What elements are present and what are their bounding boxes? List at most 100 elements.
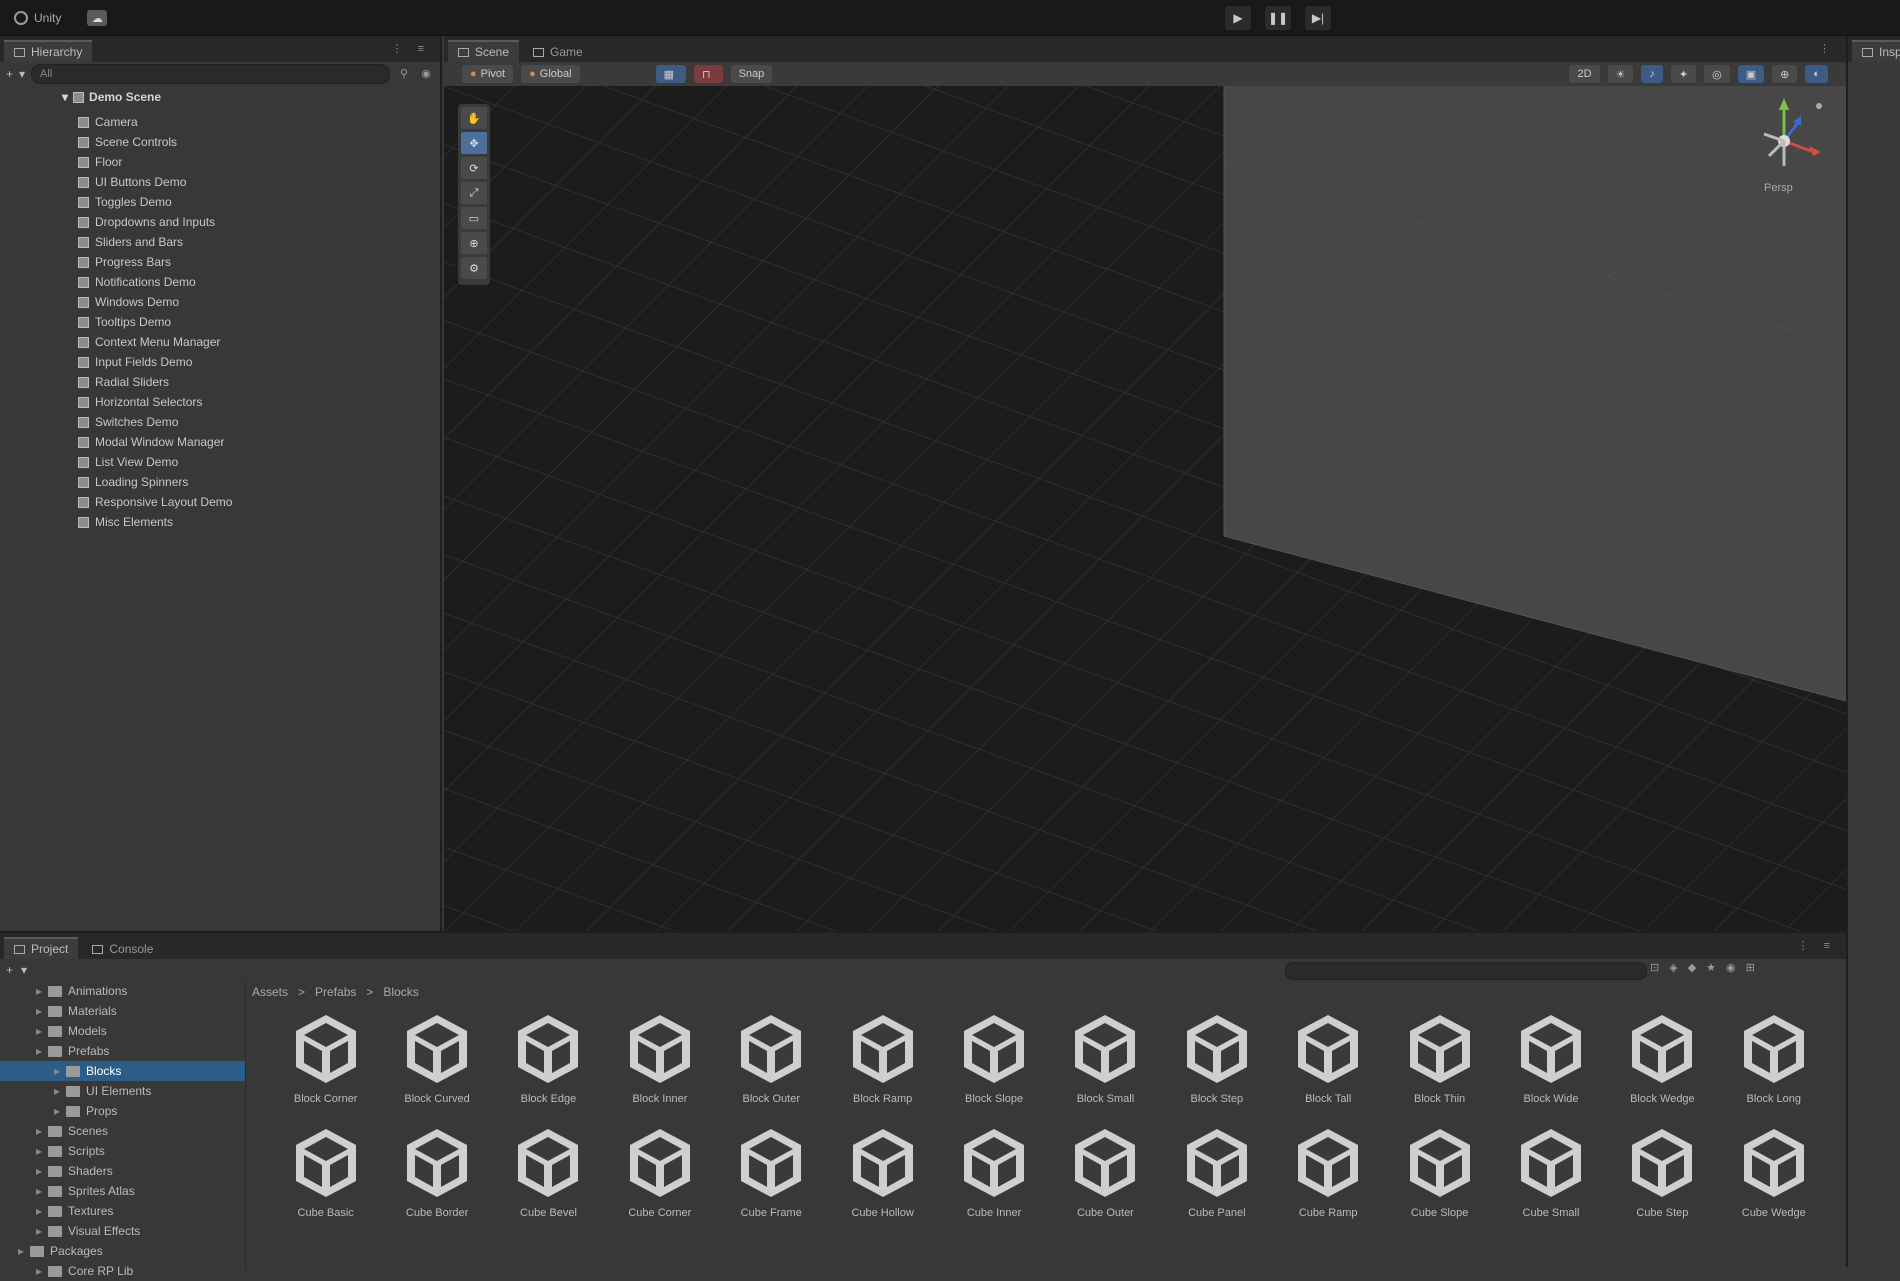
tab-game[interactable]: Game <box>523 40 593 62</box>
hierarchy-item[interactable]: Responsive Layout Demo <box>78 492 232 512</box>
hierarchy-item[interactable]: Floor <box>78 152 232 172</box>
expand-arrow-icon[interactable]: ▸ <box>36 1204 42 1218</box>
hierarchy-item[interactable]: Camera <box>78 112 232 132</box>
project-folder-item[interactable]: ▸ Scripts <box>0 1141 245 1161</box>
asset-item[interactable]: Block Long <box>1718 1009 1829 1105</box>
asset-item[interactable]: Block Ramp <box>827 1009 938 1105</box>
hierarchy-item[interactable]: Notifications Demo <box>78 272 232 292</box>
breadcrumb-assets[interactable]: Assets <box>252 985 288 999</box>
asset-item[interactable]: Cube Border <box>381 1123 492 1219</box>
hidden-packages-icon[interactable]: ◉ <box>1726 961 1736 974</box>
custom-tool-button[interactable]: ⚙ <box>461 257 487 279</box>
chevron-down-icon[interactable]: ▾ <box>19 67 25 81</box>
asset-item[interactable]: Cube Ramp <box>1273 1123 1384 1219</box>
scene-root[interactable]: ▾ Demo Scene <box>62 90 161 104</box>
asset-item[interactable]: Cube Wedge <box>1718 1123 1829 1219</box>
2d-toggle[interactable]: 2D <box>1569 65 1600 83</box>
asset-item[interactable]: Cube Inner <box>938 1123 1049 1219</box>
tab-project[interactable]: Project <box>4 937 79 959</box>
label-icon[interactable]: ◆ <box>1688 961 1696 974</box>
expand-arrow-icon[interactable]: ▸ <box>54 1064 60 1078</box>
project-folder-item[interactable]: ▸ Prefabs <box>0 1041 245 1061</box>
play-button[interactable]: ▶ <box>1225 6 1251 30</box>
expand-arrow-icon[interactable]: ▸ <box>54 1084 60 1098</box>
hierarchy-item[interactable]: UI Buttons Demo <box>78 172 232 192</box>
hierarchy-item[interactable]: Switches Demo <box>78 412 232 432</box>
hierarchy-item[interactable]: Sliders and Bars <box>78 232 232 252</box>
breadcrumb-blocks[interactable]: Blocks <box>383 985 418 999</box>
hierarchy-item[interactable]: Loading Spinners <box>78 472 232 492</box>
project-folder-item[interactable]: ▸ Props <box>0 1101 245 1121</box>
expand-arrow-icon[interactable]: ▸ <box>36 1004 42 1018</box>
project-folder-item[interactable]: ▸ Models <box>0 1021 245 1041</box>
tab-inspector[interactable]: Insp <box>1852 40 1900 62</box>
asset-item[interactable]: Block Edge <box>493 1009 604 1105</box>
asset-item[interactable]: Cube Small <box>1495 1123 1606 1219</box>
cloud-icon[interactable]: ☁ <box>87 10 108 26</box>
asset-item[interactable]: Cube Corner <box>604 1123 715 1219</box>
add-object-button[interactable]: + <box>6 67 13 81</box>
hierarchy-item[interactable]: Progress Bars <box>78 252 232 272</box>
hierarchy-item[interactable]: Radial Sliders <box>78 372 232 392</box>
project-folder-item[interactable]: ▸ Sprites Atlas <box>0 1181 245 1201</box>
hierarchy-search-input[interactable]: All <box>31 64 390 84</box>
pause-button[interactable]: ❚❚ <box>1265 6 1291 30</box>
project-folder-item[interactable]: ▸ Materials <box>0 1001 245 1021</box>
asset-item[interactable]: Block Slope <box>938 1009 1049 1105</box>
gizmos-toggle[interactable]: ⊕ <box>1772 65 1798 83</box>
expand-arrow-icon[interactable]: ▸ <box>18 1244 24 1258</box>
snap-increment[interactable]: ⊓ <box>693 65 723 83</box>
project-folder-item[interactable]: ▸ UI Elements <box>0 1081 245 1101</box>
project-folder-item[interactable]: ▸ Visual Effects <box>0 1221 245 1241</box>
asset-item[interactable]: Cube Basic <box>270 1123 381 1219</box>
scene-tab-menu-icon[interactable]: ⋮ <box>1819 42 1836 55</box>
asset-item[interactable]: Block Wedge <box>1607 1009 1718 1105</box>
rotate-tool-button[interactable]: ⟳ <box>461 157 487 179</box>
tab-console[interactable]: Console <box>82 937 164 959</box>
breadcrumb-prefabs[interactable]: Prefabs <box>315 985 356 999</box>
project-folder-item[interactable]: ▸ Blocks <box>0 1061 245 1081</box>
expand-arrow-icon[interactable]: ▸ <box>36 1224 42 1238</box>
expand-arrow-icon[interactable]: ▾ <box>62 90 68 104</box>
hierarchy-item[interactable]: Horizontal Selectors <box>78 392 232 412</box>
asset-item[interactable]: Block Outer <box>716 1009 827 1105</box>
grid-toggle[interactable]: ▦ <box>655 65 686 83</box>
expand-arrow-icon[interactable]: ▸ <box>36 1264 42 1278</box>
asset-item[interactable]: Block Thin <box>1384 1009 1495 1105</box>
asset-item[interactable]: Block Curved <box>381 1009 492 1105</box>
asset-item[interactable]: Block Wide <box>1495 1009 1606 1105</box>
visibility-icon[interactable]: ◉ <box>418 67 434 81</box>
hierarchy-item[interactable]: Modal Window Manager <box>78 432 232 452</box>
global-toggle[interactable]: ● Global <box>521 65 580 83</box>
asset-item[interactable]: Cube Bevel <box>493 1123 604 1219</box>
expand-arrow-icon[interactable]: ▸ <box>54 1104 60 1118</box>
expand-arrow-icon[interactable]: ▸ <box>36 1144 42 1158</box>
hierarchy-item[interactable]: List View Demo <box>78 452 232 472</box>
tab-menu-icon[interactable]: ⋮ ≡ <box>392 42 430 55</box>
asset-item[interactable]: Cube Outer <box>1050 1123 1161 1219</box>
asset-item[interactable]: Block Step <box>1161 1009 1272 1105</box>
scale-tool-button[interactable]: ⤢ <box>461 182 487 204</box>
expand-arrow-icon[interactable]: ▸ <box>36 1124 42 1138</box>
asset-item[interactable]: Cube Hollow <box>827 1123 938 1219</box>
hierarchy-item[interactable]: Toggles Demo <box>78 192 232 212</box>
project-folder-item[interactable]: ▸ Core RP Lib <box>0 1261 245 1281</box>
scene-canvas[interactable]: ✋ ✥ ⟳ ⤢ ▭ ⊕ ⚙ Persp <box>444 86 1846 931</box>
lighting-toggle[interactable]: ☀ <box>1607 65 1634 83</box>
hidden-toggle[interactable]: ◎ <box>1704 65 1730 83</box>
project-folder-item[interactable]: ▸ Textures <box>0 1201 245 1221</box>
transform-tool-button[interactable]: ⊕ <box>461 232 487 254</box>
hand-tool-button[interactable]: ✋ <box>461 107 487 129</box>
account-area[interactable]: Unity ☁ <box>14 8 108 28</box>
star-icon[interactable]: ★ <box>1706 961 1716 974</box>
draw-mode-toggle[interactable]: ◐ <box>1805 65 1828 83</box>
lock-icon[interactable]: ⊡ <box>1650 961 1659 974</box>
asset-item[interactable]: Block Small <box>1050 1009 1161 1105</box>
hierarchy-item[interactable]: Windows Demo <box>78 292 232 312</box>
asset-item[interactable]: Cube Step <box>1607 1123 1718 1219</box>
hierarchy-item[interactable]: Misc Elements <box>78 512 232 532</box>
project-folder-item[interactable]: ▸ Scenes <box>0 1121 245 1141</box>
hierarchy-item[interactable]: Context Menu Manager <box>78 332 232 352</box>
tab-hierarchy[interactable]: Hierarchy <box>4 40 93 62</box>
slider-size-icon[interactable]: ⊞ <box>1746 961 1755 974</box>
